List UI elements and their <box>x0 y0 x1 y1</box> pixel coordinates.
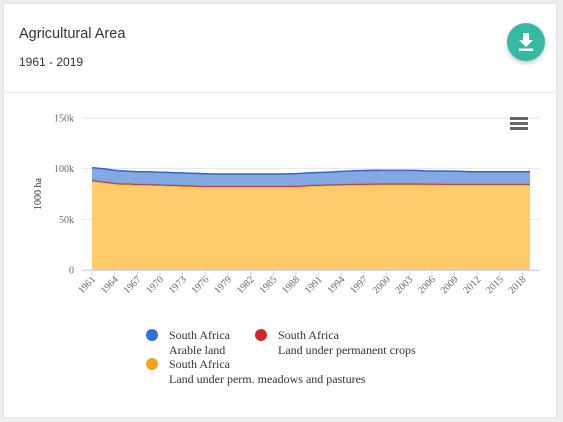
menu-line <box>510 127 528 130</box>
y-tick-label: 100k <box>54 164 74 175</box>
x-tick-label: 2018 <box>507 274 529 296</box>
x-tick-label: 1982 <box>235 274 257 296</box>
legend-label: South Africa Land under permanent crops <box>278 328 416 358</box>
y-axis-label: 1000 ha <box>33 177 44 210</box>
legend-series-name: South Africa <box>169 357 230 371</box>
menu-line <box>510 122 528 125</box>
legend-label: South Africa Arable land <box>169 328 230 358</box>
legend-marker <box>146 329 158 341</box>
x-tick-label: 1970 <box>144 274 166 296</box>
x-tick-label: 1988 <box>280 274 302 296</box>
x-tick-label: 1997 <box>348 274 370 296</box>
area-series-land-under-perm-meadows-and-pastures <box>92 180 530 270</box>
x-tick-label: 1991 <box>303 274 325 296</box>
x-tick-label: 1964 <box>99 274 121 296</box>
x-tick-label: 1973 <box>167 274 189 296</box>
y-tick-label: 150k <box>54 114 74 125</box>
chart-menu-button[interactable] <box>510 117 528 131</box>
legend-series-sub: Arable land <box>169 343 226 357</box>
legend-series-name: South Africa <box>169 328 230 342</box>
x-tick-label: 1985 <box>257 274 279 296</box>
x-tick-label: 1994 <box>325 274 347 296</box>
x-tick-label: 1979 <box>212 274 234 296</box>
legend-marker <box>255 329 267 341</box>
x-tick-label: 2000 <box>371 274 393 296</box>
x-tick-label: 2015 <box>484 274 506 296</box>
x-tick-label: 2006 <box>416 274 438 296</box>
hamburger-menu-icon <box>510 117 528 120</box>
legend-label: South Africa Land under perm. meadows an… <box>169 357 366 387</box>
y-tick-label: 50k <box>59 215 74 226</box>
x-tick-label: 1961 <box>76 274 98 296</box>
x-tick-label: 2012 <box>461 274 483 296</box>
legend-marker <box>146 358 158 370</box>
x-tick-label: 2003 <box>393 274 415 296</box>
legend-series-sub: Land under perm. meadows and pastures <box>169 372 366 386</box>
x-tick-label: 1967 <box>122 274 144 296</box>
area-series-arable-land <box>92 167 530 187</box>
x-tick-label: 2009 <box>439 274 461 296</box>
x-tick-label: 1976 <box>189 274 211 296</box>
legend-series-name: South Africa <box>278 328 339 342</box>
y-tick-label: 0 <box>69 266 74 277</box>
legend-series-sub: Land under permanent crops <box>278 343 416 357</box>
